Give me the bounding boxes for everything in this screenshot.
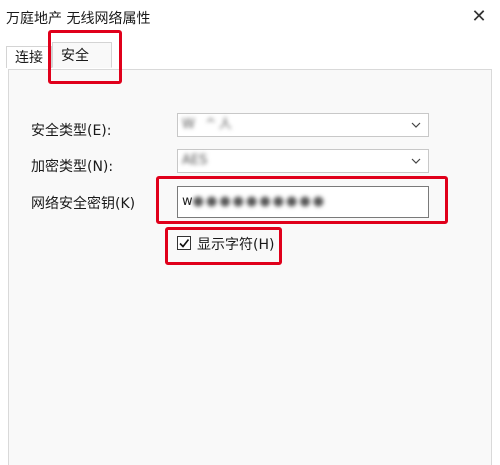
window-title: 万庭地产 无线网络属性 xyxy=(6,11,151,27)
tab-connection[interactable]: 连接 xyxy=(6,46,52,68)
encryption-type-value: AES xyxy=(182,153,208,168)
security-panel: 安全类型(E): W ^ 人 加密类型(N): AES 网络安全密钥(K) w●… xyxy=(8,69,492,465)
title-bar: 万庭地产 无线网络属性 ✕ xyxy=(0,0,500,36)
chevron-down-icon xyxy=(410,114,422,136)
show-characters-checkbox[interactable] xyxy=(177,236,191,250)
security-type-value: W ^ 人 xyxy=(182,117,232,132)
network-key-input[interactable]: w●●●●●●●●●● xyxy=(177,186,429,218)
tab-security[interactable]: 安全 xyxy=(52,42,112,68)
encryption-type-label: 加密类型(N): xyxy=(31,159,114,175)
tab-strip: 连接 安全 xyxy=(0,38,500,70)
network-key-value: w xyxy=(182,194,193,209)
network-key-masked: ●●●●●●●●●● xyxy=(192,194,327,209)
security-type-label: 安全类型(E): xyxy=(31,123,112,139)
network-key-label: 网络安全密钥(K) xyxy=(31,196,136,212)
chevron-down-icon xyxy=(410,150,422,172)
checkmark-icon xyxy=(179,239,190,248)
close-icon[interactable]: ✕ xyxy=(468,6,490,28)
encryption-type-select[interactable]: AES xyxy=(177,149,429,173)
security-type-select[interactable]: W ^ 人 xyxy=(177,113,429,137)
show-characters-label: 显示字符(H) xyxy=(197,237,275,253)
